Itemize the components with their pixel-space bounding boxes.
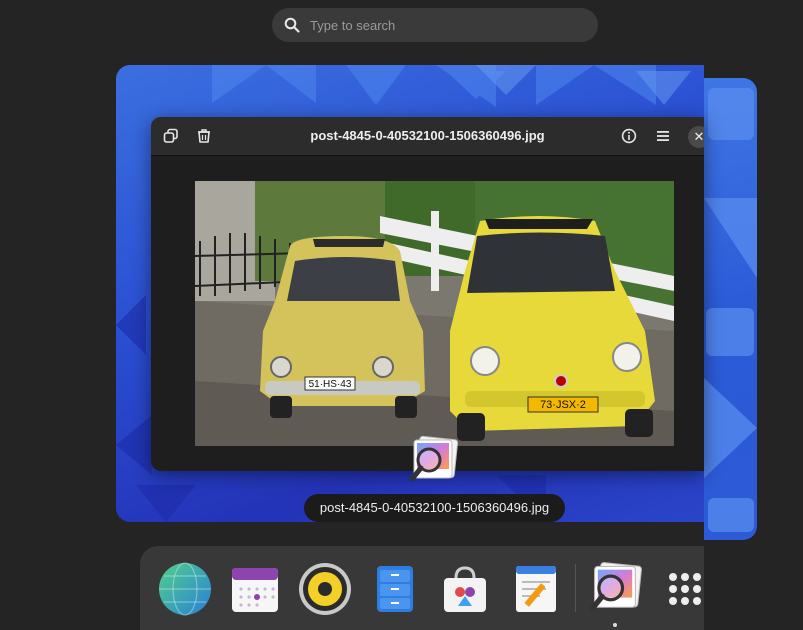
text-editor-icon	[516, 566, 556, 612]
photo-two-yellow-cars: 51·HS·43 73·JSX·2	[195, 181, 674, 446]
speaker-icon	[299, 563, 351, 615]
right-license-plate: 73·JSX·2	[540, 399, 586, 411]
dock-item-files[interactable]	[366, 560, 424, 618]
search-bar[interactable]	[272, 8, 598, 42]
calendar-icon	[232, 568, 278, 612]
dock-separator	[575, 564, 576, 612]
dock-item-calendar[interactable]	[226, 560, 284, 618]
dock-item-music-player[interactable]	[296, 560, 354, 618]
software-store-icon	[444, 566, 486, 612]
dock-item-software[interactable]	[436, 560, 494, 618]
search-input[interactable]	[308, 16, 572, 34]
show-apps-icon	[669, 573, 701, 605]
search-icon	[284, 17, 300, 33]
dock-item-web-browser[interactable]	[156, 560, 214, 618]
wallpaper-pattern	[704, 88, 757, 532]
window-header-bar: post-4845-0-40532100-1506360496.jpg ✕	[151, 117, 704, 156]
web-browser-icon	[159, 562, 211, 616]
window-caption-tooltip: post-4845-0-40532100-1506360496.jpg	[304, 494, 565, 522]
running-indicator	[613, 623, 617, 627]
main-menu-button[interactable]	[651, 124, 675, 148]
show-apps-button[interactable]	[656, 560, 714, 618]
properties-button[interactable]	[617, 124, 641, 148]
dock-item-text-editor[interactable]	[506, 560, 564, 618]
dash-dock	[140, 546, 704, 630]
dock-item-image-viewer[interactable]	[586, 560, 644, 618]
info-icon	[621, 128, 637, 144]
close-button[interactable]: ✕	[688, 126, 704, 148]
next-workspace-thumbnail[interactable]	[704, 78, 757, 540]
left-license-plate: 51·HS·43	[309, 379, 352, 390]
displayed-photo: 51·HS·43 73·JSX·2	[195, 181, 674, 446]
image-viewer-icon	[589, 562, 642, 612]
file-cabinet-icon	[377, 566, 413, 612]
close-icon: ✕	[693, 129, 704, 144]
hamburger-menu-icon	[657, 131, 669, 141]
image-viewer-app-icon	[409, 435, 459, 482]
image-viewer-window[interactable]: post-4845-0-40532100-1506360496.jpg ✕ 51…	[151, 117, 704, 471]
